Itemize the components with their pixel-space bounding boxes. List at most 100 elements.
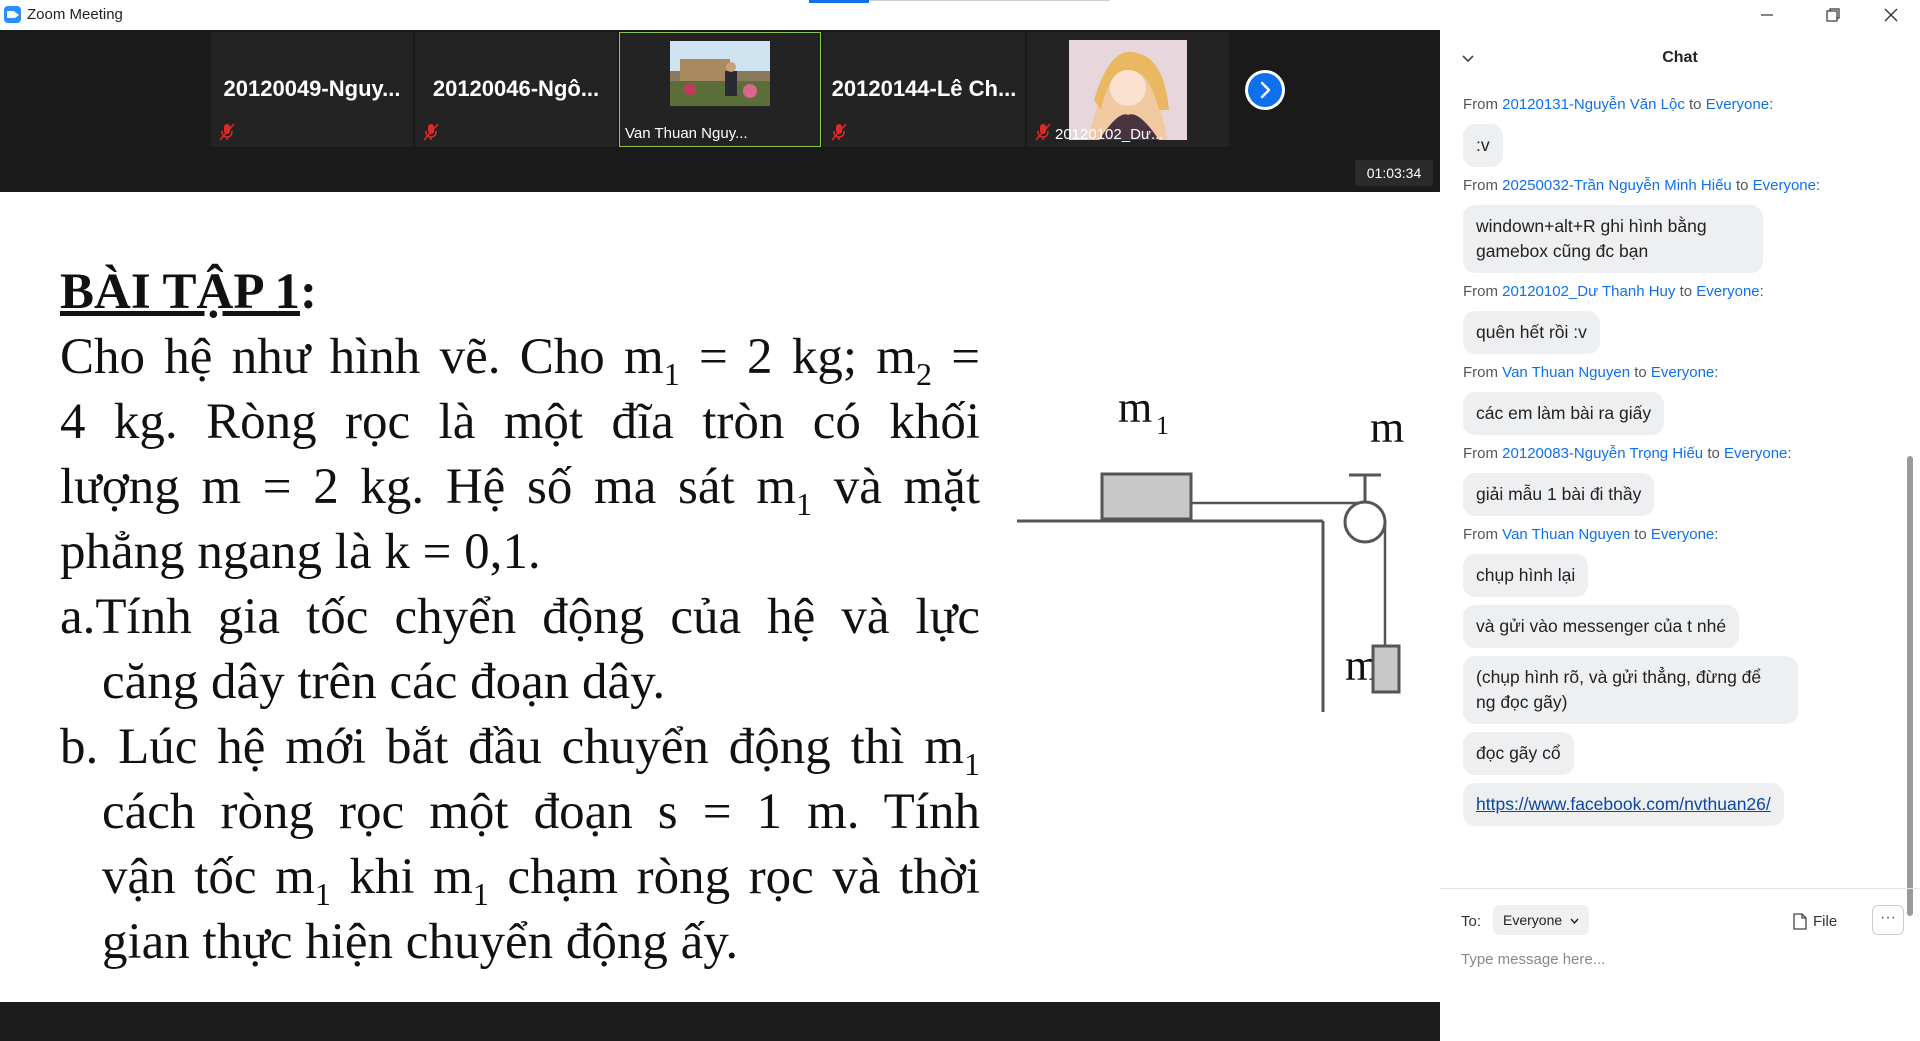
message-group: From 20120131-Nguyễn Văn Lộc to Everyone…: [1463, 96, 1905, 167]
message-bubble[interactable]: windown+alt+R ghi hình bằng gamebox cũng…: [1463, 205, 1763, 273]
file-label: File: [1813, 912, 1838, 930]
chat-compose-area: To: Everyone File ···: [1440, 888, 1920, 1041]
sender-name[interactable]: 20120102_Dư Thanh Huy: [1502, 283, 1675, 300]
exercise-heading-line: BÀI TẬP 1:: [60, 260, 980, 325]
participant-name: 20120144-Lê Ch...: [831, 76, 1017, 101]
problem-line: Cho hệ như hình vẽ. Cho m1 = 2 kg; m2 =: [60, 329, 980, 392]
message-bubble[interactable]: :v: [1463, 124, 1503, 167]
recipient-name[interactable]: Everyone: [1724, 445, 1787, 462]
participant-name: 20120102_Dư...: [1055, 126, 1164, 143]
problem-line: phẳng ngang là k = 0,1.: [60, 524, 541, 580]
message-sender-line: From 20120083-Nguyễn Trọng Hiếu to Every…: [1463, 445, 1792, 462]
question-b-line: vận tốc m1 khi m1 chạm ròng rọc và thời: [102, 849, 980, 912]
restore-icon: [1826, 8, 1840, 22]
file-button[interactable]: File: [1793, 907, 1837, 935]
restore-button[interactable]: [1804, 0, 1862, 30]
message-sender-line: From Van Thuan Nguyen to Everyone:: [1463, 364, 1719, 381]
sender-name[interactable]: Van Thuan Nguyen: [1502, 526, 1630, 543]
message-sender-line: From 20250032-Trần Nguyễn Minh Hiếu to E…: [1463, 177, 1821, 194]
block-m2: [1371, 644, 1401, 694]
recipient-name[interactable]: Everyone: [1651, 364, 1714, 381]
heading-colon: :: [299, 264, 317, 320]
problem-line: lượng m = 2 kg. Hệ số ma sát m1 và mặt: [60, 459, 980, 522]
block-m1: [1100, 472, 1193, 521]
zoom-logo-icon: [4, 6, 21, 23]
exercise-text: BÀI TẬP 1: Cho hệ như hình vẽ. Cho m1 = …: [60, 260, 980, 975]
to-label: To:: [1461, 913, 1482, 930]
sender-name[interactable]: 20120083-Nguyễn Trọng Hiếu: [1502, 445, 1703, 462]
next-page-button[interactable]: [1245, 70, 1285, 110]
sender-name[interactable]: 20250032-Trần Nguyễn Minh Hiếu: [1502, 177, 1732, 194]
message-list: From 20120131-Nguyễn Văn Lộc to Everyone…: [1440, 86, 1905, 916]
sender-name[interactable]: 20120131-Nguyễn Văn Lộc: [1502, 96, 1685, 113]
pulley-wheel: [1343, 500, 1387, 544]
message-link[interactable]: https://www.facebook.com/nvthuan26/: [1463, 783, 1784, 826]
participant-tile[interactable]: 20120049-Nguy...: [211, 32, 413, 147]
window-title: Zoom Meeting: [27, 6, 123, 23]
message-sender-line: From 20120102_Dư Thanh Huy to Everyone:: [1463, 283, 1764, 300]
chat-title: Chat: [1662, 49, 1698, 66]
gallery-strip: 20120049-Nguy... 20120046-Ngô... Van Thu…: [0, 30, 1440, 192]
label-m1: m: [1118, 383, 1152, 432]
chevron-right-icon: [1260, 81, 1271, 99]
mic-muted-icon: [831, 123, 847, 141]
question-a-line: a.Tính gia tốc chyển động của hệ và lực: [60, 589, 980, 645]
participant-tile-active-speaker[interactable]: Van Thuan Nguy...: [619, 32, 821, 147]
participant-avatar-image: [1069, 40, 1187, 140]
chat-scrollbar[interactable]: [1906, 86, 1914, 916]
message-bubble[interactable]: đọc gãy cổ: [1463, 732, 1574, 775]
pulley-diagram: m 1 m m 2: [1017, 383, 1404, 712]
recipient-dropdown[interactable]: Everyone: [1493, 905, 1590, 935]
message-bubble[interactable]: quên hết rồi :v: [1463, 311, 1600, 354]
recipient-name[interactable]: Everyone: [1753, 177, 1816, 194]
message-bubble[interactable]: (chụp hình rõ, và gửi thẳng, đừng để ng …: [1463, 656, 1798, 724]
participant-name: 20120046-Ngô...: [432, 76, 600, 101]
message-sender-line: From Van Thuan Nguyen to Everyone:: [1463, 526, 1719, 543]
file-icon: [1793, 912, 1807, 930]
meeting-timer: 01:03:34: [1355, 160, 1433, 186]
shared-screen: BÀI TẬP 1: Cho hệ như hình vẽ. Cho m1 = …: [0, 192, 1440, 1002]
message-sender-line: From 20120131-Nguyễn Văn Lộc to Everyone…: [1463, 96, 1774, 113]
mic-muted-icon: [1035, 123, 1051, 141]
question-a-line: căng dây trên các đoạn dây.: [102, 654, 666, 710]
message-group: From 20250032-Trần Nguyễn Minh Hiếu to E…: [1463, 177, 1905, 273]
minimize-button[interactable]: [1738, 0, 1796, 30]
exercise-heading: BÀI TẬP 1: [60, 264, 300, 320]
question-b-line: b. Lúc hệ mới bắt đầu chuyển động thì m1: [60, 719, 980, 782]
chat-scrollbar-thumb[interactable]: [1907, 456, 1913, 916]
mic-muted-icon: [423, 123, 439, 141]
participant-name: Van Thuan Nguy...: [625, 125, 748, 142]
view-indicator: [809, 0, 869, 3]
recipient-name[interactable]: Everyone: [1706, 96, 1769, 113]
label-pulley-m: m: [1370, 403, 1404, 452]
message-bubble[interactable]: và gửi vào messenger của t nhé: [1463, 605, 1740, 648]
minimize-icon: [1761, 14, 1773, 16]
question-b-line: gian thực hiện chuyển động ấy.: [102, 914, 739, 970]
message-group: From 20120102_Dư Thanh Huy to Everyone: …: [1463, 283, 1905, 354]
message-group: From Van Thuan Nguyen to Everyone: chụp …: [1463, 526, 1905, 826]
message-bubble[interactable]: giải mẫu 1 bài đi thầy: [1463, 473, 1655, 516]
sender-name[interactable]: Van Thuan Nguyen: [1502, 364, 1630, 381]
message-bubble[interactable]: các em làm bài ra giấy: [1463, 392, 1665, 435]
chat-header: Chat: [1440, 30, 1920, 86]
recipient-name[interactable]: Everyone: [1651, 526, 1714, 543]
message-input[interactable]: [1461, 944, 1901, 974]
recipient-name[interactable]: Everyone: [1696, 283, 1759, 300]
recipient-value: Everyone: [1503, 912, 1563, 928]
close-button[interactable]: [1862, 0, 1920, 30]
participant-video-thumbnail: [670, 41, 770, 106]
participant-tile[interactable]: 20120144-Lê Ch...: [823, 32, 1025, 147]
participant-tile[interactable]: 20120102_Dư...: [1027, 32, 1229, 147]
chevron-down-icon: [1570, 918, 1579, 924]
message-bubble[interactable]: chụp hình lại: [1463, 554, 1589, 597]
title-bar: Zoom Meeting: [0, 0, 1920, 30]
bottom-bar: [0, 1002, 1440, 1041]
participant-name: 20120049-Nguy...: [223, 76, 401, 101]
question-b-line: cách ròng rọc một đoạn s = 1 m. Tính: [102, 784, 980, 840]
label-m1-sub: 1: [1156, 411, 1169, 440]
message-group: From 20120083-Nguyễn Trọng Hiếu to Every…: [1463, 445, 1905, 516]
more-options-button[interactable]: ···: [1872, 905, 1904, 935]
mic-muted-icon: [219, 123, 235, 141]
message-group: From Van Thuan Nguyen to Everyone: các e…: [1463, 364, 1905, 435]
participant-tile[interactable]: 20120046-Ngô...: [415, 32, 617, 147]
